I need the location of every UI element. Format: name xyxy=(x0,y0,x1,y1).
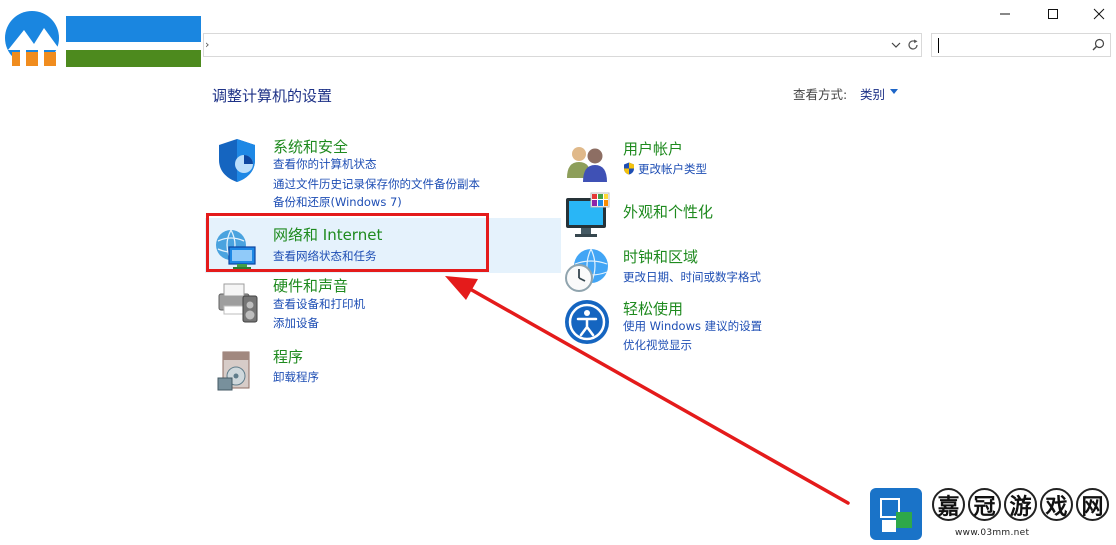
watermark-text: 嘉 冠 游 戏 网 xyxy=(932,488,1109,521)
category-title[interactable]: 硬件和声音 xyxy=(273,275,348,296)
link-backup-restore[interactable]: 备份和还原(Windows 7) xyxy=(273,194,402,210)
watermark-char: 戏 xyxy=(1040,488,1073,521)
watermark-char: 游 xyxy=(1004,488,1037,521)
search-input[interactable] xyxy=(931,33,1111,57)
link-file-history[interactable]: 通过文件历史记录保存你的文件备份副本 xyxy=(273,176,480,192)
link-optimize-visual-display[interactable]: 优化视觉显示 xyxy=(623,337,692,353)
minimize-icon xyxy=(1000,13,1010,15)
refresh-icon xyxy=(908,39,918,50)
users-icon xyxy=(567,147,607,182)
site-logo xyxy=(4,10,64,68)
link-devices-printers[interactable]: 查看设备和打印机 xyxy=(273,296,365,312)
maximize-button[interactable] xyxy=(1030,0,1076,28)
link-recommended-settings[interactable]: 使用 Windows 建议的设置 xyxy=(623,318,762,334)
view-by-label: 查看方式: xyxy=(793,87,848,102)
breadcrumb-chevron[interactable]: › xyxy=(205,38,215,52)
link-uninstall-program[interactable]: 卸载程序 xyxy=(273,369,319,385)
logo-banner-green xyxy=(66,50,201,67)
close-icon xyxy=(1093,8,1105,20)
link-change-account-type[interactable]: 更改帐户类型 xyxy=(623,161,707,177)
minimize-button[interactable] xyxy=(982,0,1028,28)
category-title[interactable]: 外观和个性化 xyxy=(623,201,713,222)
maximize-icon xyxy=(1048,9,1058,19)
watermark-logo xyxy=(868,486,924,542)
uac-shield-icon xyxy=(624,162,634,175)
category-title[interactable]: 系统和安全 xyxy=(273,136,348,157)
logo-banner-blue xyxy=(66,16,201,42)
link-view-computer-status[interactable]: 查看你的计算机状态 xyxy=(273,156,377,172)
address-bar[interactable]: › xyxy=(203,33,922,57)
caret-down-icon[interactable] xyxy=(890,89,898,94)
clock-globe-icon xyxy=(565,248,608,292)
category-title[interactable]: 用户帐户 xyxy=(623,138,683,159)
monitor-palette-icon xyxy=(566,192,610,237)
page-title: 调整计算机的设置 xyxy=(212,87,333,105)
shield-icon xyxy=(219,139,255,182)
printer-icon xyxy=(218,283,258,323)
ease-of-access-icon xyxy=(565,300,609,344)
link-add-device[interactable]: 添加设备 xyxy=(273,315,319,331)
address-dropdown-button[interactable] xyxy=(887,34,905,56)
link-change-date-time-format[interactable]: 更改日期、时间或数字格式 xyxy=(623,269,761,285)
text-caret xyxy=(938,38,939,53)
watermark-char: 嘉 xyxy=(932,488,965,521)
view-by-dropdown[interactable]: 类别 xyxy=(860,84,885,103)
category-title[interactable]: 时钟和区域 xyxy=(623,246,698,267)
watermark-char: 冠 xyxy=(968,488,1001,521)
programs-icon xyxy=(217,351,250,391)
watermark-char: 网 xyxy=(1076,488,1109,521)
category-title[interactable]: 程序 xyxy=(273,346,303,367)
search-icon[interactable] xyxy=(1090,37,1106,53)
annotation-red-frame xyxy=(206,213,489,272)
link-text[interactable]: 更改帐户类型 xyxy=(638,162,707,176)
category-title[interactable]: 轻松使用 xyxy=(623,298,683,319)
close-button[interactable] xyxy=(1076,0,1116,28)
refresh-button[interactable] xyxy=(904,34,922,56)
watermark-url: www.03mm.net xyxy=(955,528,1030,538)
chevron-down-icon xyxy=(891,42,901,48)
